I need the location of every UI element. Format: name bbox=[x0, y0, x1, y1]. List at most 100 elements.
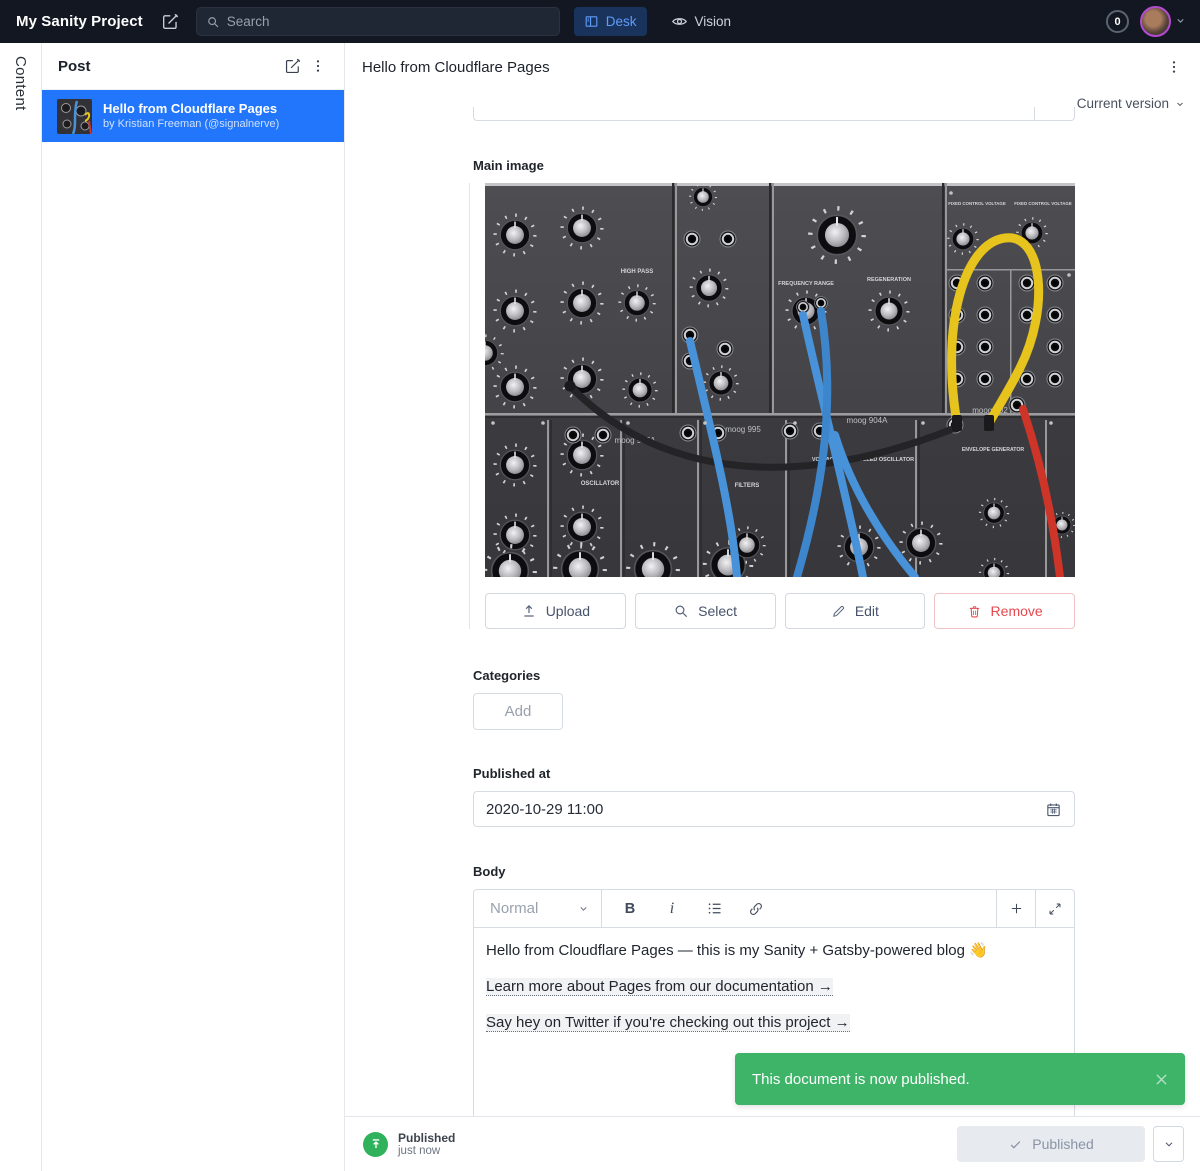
chevron-down-icon bbox=[578, 903, 589, 914]
format-buttons: B i bbox=[602, 890, 996, 927]
document-panel: Hello from Cloudflare Pages Current vers… bbox=[345, 43, 1200, 1171]
trash-icon bbox=[967, 604, 982, 619]
post-panel-title: Post bbox=[58, 58, 280, 75]
svg-text:moog 995: moog 995 bbox=[725, 425, 761, 434]
expand-button[interactable] bbox=[1035, 890, 1074, 927]
publish-menu-button[interactable] bbox=[1153, 1126, 1184, 1162]
footer-actions: Published bbox=[957, 1126, 1184, 1162]
close-icon[interactable] bbox=[1153, 1071, 1170, 1088]
list-item-subtitle: by Kristian Freeman (@signalnerve) bbox=[103, 117, 279, 131]
version-selector[interactable]: Current version bbox=[1077, 96, 1185, 111]
svg-text:FILTERS: FILTERS bbox=[735, 483, 760, 489]
remove-label: Remove bbox=[991, 603, 1043, 619]
list-item-thumbnail bbox=[57, 99, 92, 134]
svg-text:OSCILLATOR: OSCILLATOR bbox=[581, 481, 620, 487]
document-kebab-menu-icon[interactable] bbox=[1162, 55, 1186, 79]
published-at-label: Published at bbox=[473, 764, 1075, 783]
edit-label: Edit bbox=[855, 603, 879, 619]
field-published-at: Published at 2020-10-29 11:00 bbox=[473, 764, 1075, 827]
toast-notification: This document is now published. bbox=[735, 1053, 1185, 1105]
document-header: Hello from Cloudflare Pages bbox=[345, 43, 1200, 91]
project-title: My Sanity Project bbox=[16, 13, 143, 30]
remove-button[interactable]: Remove bbox=[934, 593, 1075, 629]
compose-icon[interactable] bbox=[161, 12, 180, 31]
add-label: Add bbox=[505, 703, 532, 720]
svg-text:FREQUENCY RANGE: FREQUENCY RANGE bbox=[778, 281, 834, 287]
post-list-panel: Post Hello from Cloudflare Pages by Kris… bbox=[42, 43, 345, 1171]
body-label: Body bbox=[473, 862, 1075, 881]
body-link[interactable]: Learn more about Pages from our document… bbox=[486, 978, 833, 996]
list-item-title: Hello from Cloudflare Pages bbox=[103, 101, 279, 117]
editor-extra-buttons bbox=[996, 890, 1074, 927]
version-label: Current version bbox=[1077, 96, 1169, 111]
main-image-label: Main image bbox=[473, 156, 1075, 175]
italic-icon[interactable]: i bbox=[663, 900, 681, 918]
input-divider bbox=[1034, 107, 1035, 120]
publish-button[interactable]: Published bbox=[957, 1126, 1145, 1162]
edit-button[interactable]: Edit bbox=[785, 593, 926, 629]
plus-icon bbox=[1009, 901, 1024, 916]
svg-text:ENVELOPE GENERATOR: ENVELOPE GENERATOR bbox=[962, 447, 1025, 453]
select-button[interactable]: Select bbox=[635, 593, 776, 629]
link-icon[interactable] bbox=[747, 901, 765, 917]
avatar[interactable] bbox=[1140, 6, 1171, 37]
bullet-list-icon[interactable] bbox=[705, 900, 723, 917]
body-link[interactable]: Say hey on Twitter if you're checking ou… bbox=[486, 1014, 850, 1032]
list-item[interactable]: Hello from Cloudflare Pages by Kristian … bbox=[42, 90, 344, 142]
style-select-value: Normal bbox=[490, 900, 570, 917]
content-rail[interactable]: Content bbox=[0, 43, 42, 1171]
field-main-image: Main image bbox=[473, 156, 1075, 629]
body-paragraph: Hello from Cloudflare Pages — this is my… bbox=[486, 941, 1062, 961]
add-category-button[interactable]: Add bbox=[473, 693, 563, 730]
published-at-value: 2020-10-29 11:00 bbox=[486, 801, 1045, 818]
publish-status[interactable]: Published just now bbox=[398, 1131, 455, 1158]
desk-columns-icon bbox=[584, 14, 599, 29]
document-form: Main image bbox=[473, 156, 1075, 1116]
main-image-photo[interactable]: HIGH PASS FREQUENCY RANGE REGENERATION F… bbox=[485, 183, 1075, 577]
svg-text:REGENERATION: REGENERATION bbox=[867, 277, 911, 283]
cropped-input-fragment[interactable] bbox=[473, 107, 1075, 121]
tab-desk-label: Desk bbox=[606, 14, 637, 29]
svg-text:FIXED CONTROL VOLTAGE: FIXED CONTROL VOLTAGE bbox=[948, 201, 1006, 206]
insert-plus-button[interactable] bbox=[996, 890, 1035, 927]
document-subheader: Current version bbox=[345, 91, 1200, 121]
upload-button[interactable]: Upload bbox=[485, 593, 626, 629]
chevron-down-icon bbox=[1175, 13, 1186, 31]
select-label: Select bbox=[698, 603, 737, 619]
style-select[interactable]: Normal bbox=[474, 890, 602, 927]
upload-label: Upload bbox=[546, 603, 590, 619]
toast-message: This document is now published. bbox=[752, 1071, 1153, 1088]
field-categories: Categories Add bbox=[473, 666, 1075, 730]
svg-text:moog 904A: moog 904A bbox=[847, 416, 889, 425]
published-at-input[interactable]: 2020-10-29 11:00 bbox=[473, 791, 1075, 827]
search-bar[interactable] bbox=[196, 7, 560, 36]
notifications-badge[interactable]: 0 bbox=[1106, 10, 1129, 33]
svg-text:FIXED CONTROL VOLTAGE: FIXED CONTROL VOLTAGE bbox=[1014, 201, 1072, 206]
kebab-menu-icon[interactable] bbox=[306, 54, 330, 78]
search-input[interactable] bbox=[227, 14, 550, 29]
search-icon bbox=[206, 15, 220, 29]
chevron-down-icon bbox=[1175, 99, 1185, 109]
categories-label: Categories bbox=[473, 666, 1075, 685]
field-change-bar bbox=[469, 183, 470, 629]
publish-status-time: just now bbox=[398, 1145, 455, 1158]
editor-content[interactable]: Hello from Cloudflare Pages — this is my… bbox=[474, 928, 1074, 1062]
main-image-area: HIGH PASS FREQUENCY RANGE REGENERATION F… bbox=[485, 183, 1075, 629]
chevron-down-icon bbox=[1163, 1138, 1175, 1150]
tab-vision-label: Vision bbox=[695, 14, 732, 29]
document-title: Hello from Cloudflare Pages bbox=[362, 59, 1162, 76]
tab-vision[interactable]: Vision bbox=[661, 7, 742, 36]
image-actions: Upload Select Edit Remove bbox=[485, 593, 1075, 629]
publish-status-label: Published bbox=[398, 1131, 455, 1145]
top-navbar: My Sanity Project Desk Vision 0 bbox=[0, 0, 1200, 43]
tab-desk[interactable]: Desk bbox=[574, 7, 647, 36]
content-rail-label: Content bbox=[12, 56, 29, 1171]
user-menu[interactable] bbox=[1140, 6, 1186, 37]
new-document-icon[interactable] bbox=[280, 53, 306, 79]
bold-icon[interactable]: B bbox=[621, 901, 639, 917]
eye-icon bbox=[671, 13, 688, 30]
search-icon bbox=[673, 603, 689, 619]
calendar-icon[interactable] bbox=[1045, 801, 1062, 818]
published-status-icon bbox=[363, 1132, 388, 1157]
list-item-text: Hello from Cloudflare Pages by Kristian … bbox=[103, 101, 279, 131]
